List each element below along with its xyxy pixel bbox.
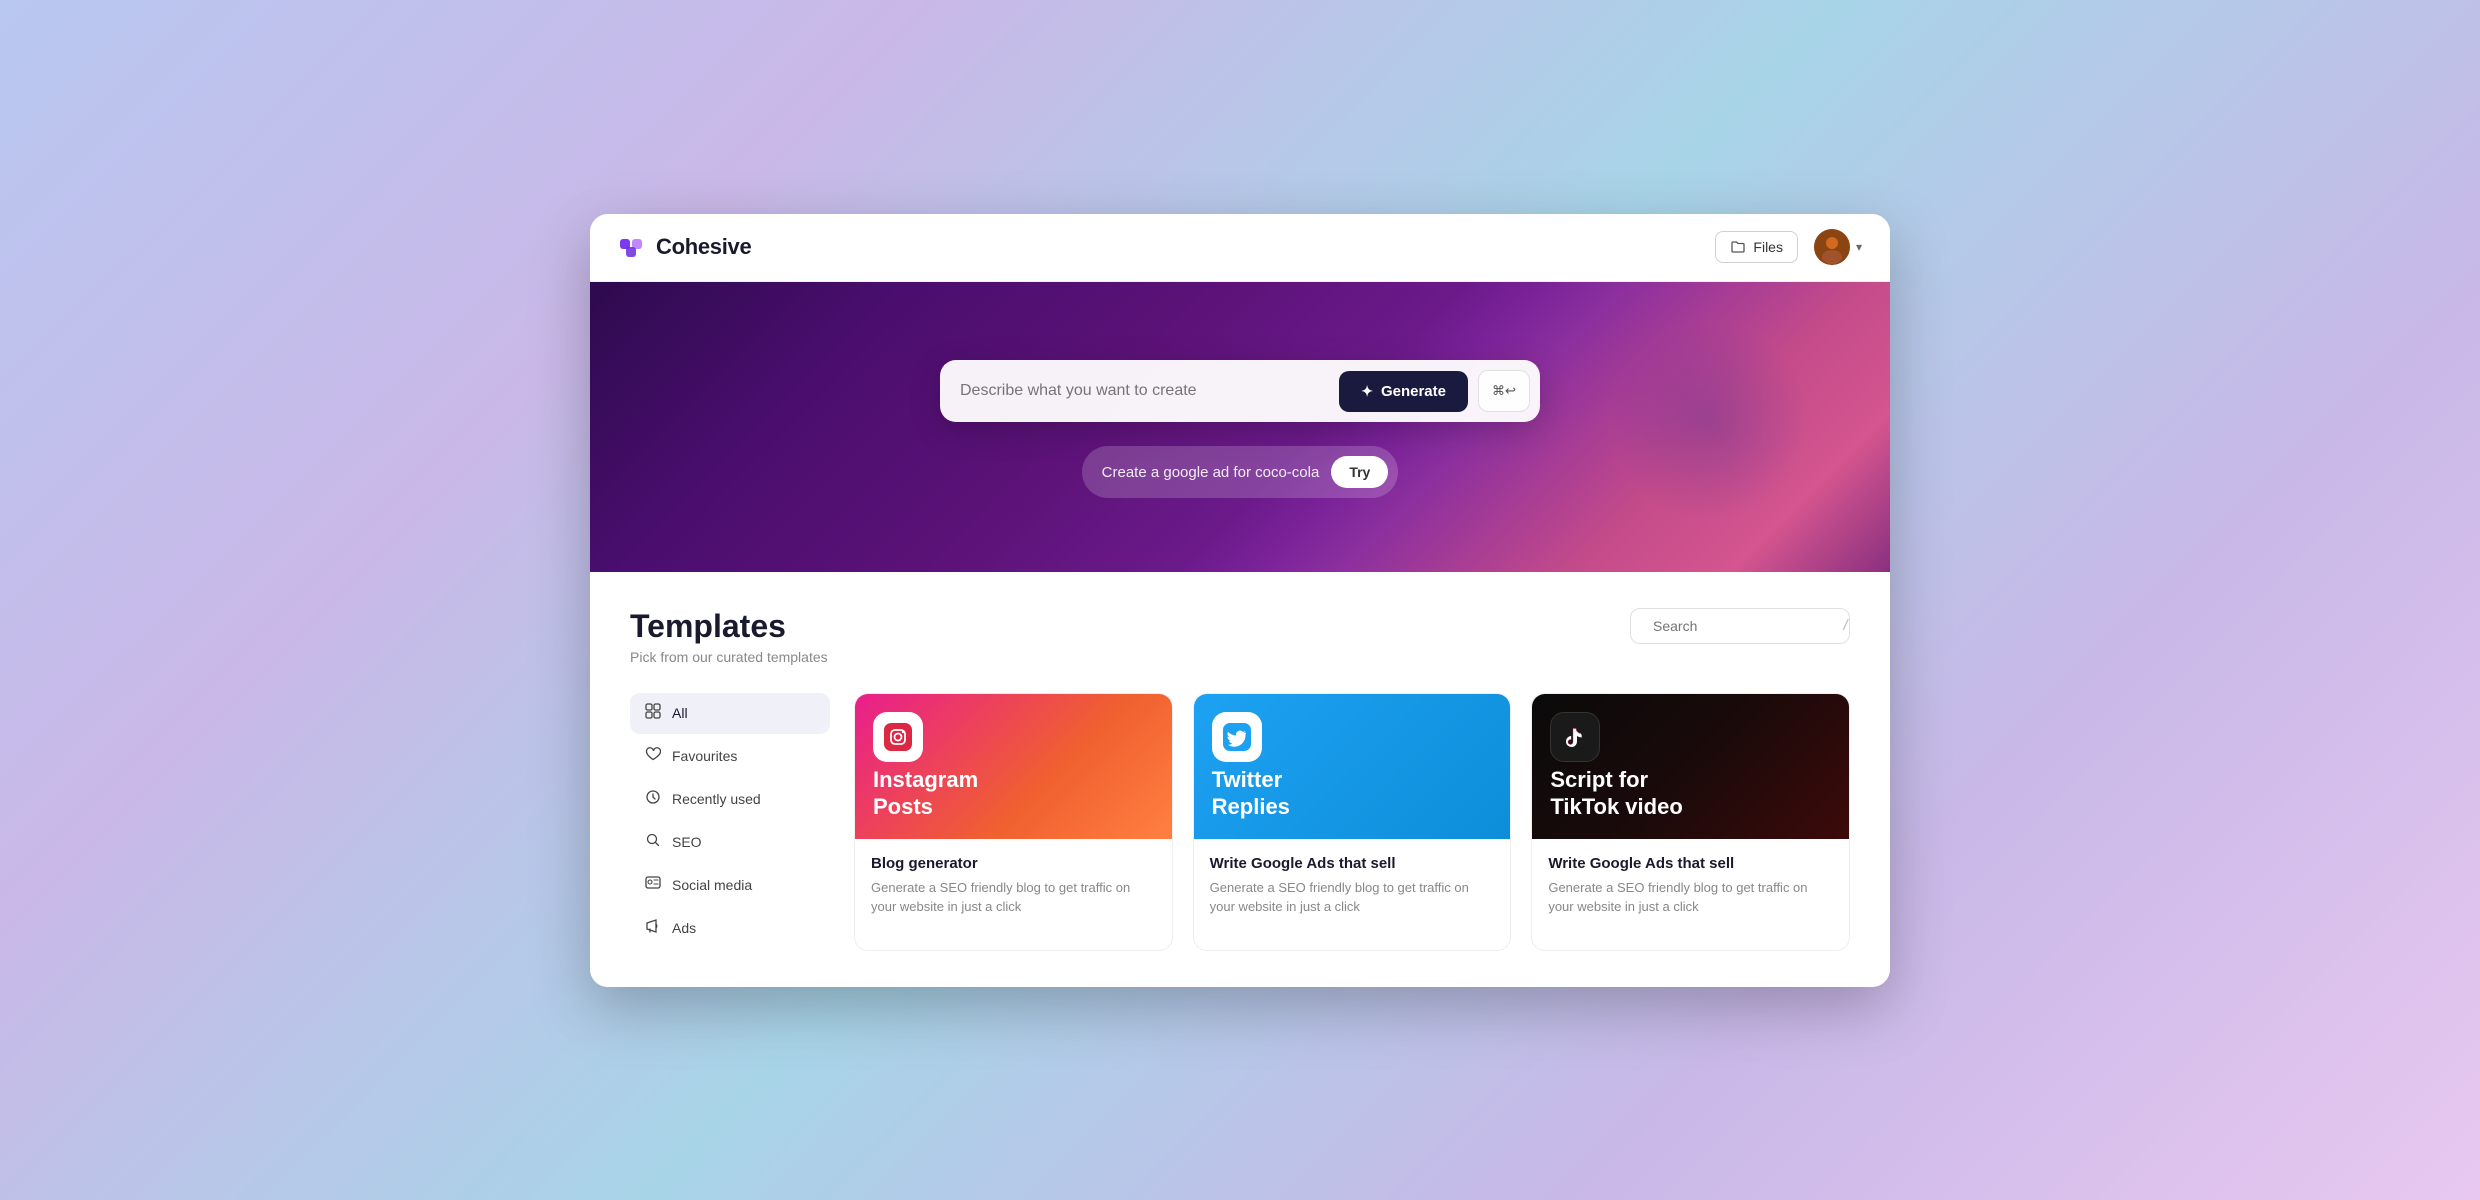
sparkle-icon: ✦ bbox=[1361, 383, 1373, 400]
template-card-instagram[interactable]: InstagramPosts Blog generator Generate a… bbox=[854, 693, 1173, 951]
template-card-tiktok[interactable]: Script forTikTok video Write Google Ads … bbox=[1531, 693, 1850, 951]
templates-grid: InstagramPosts Blog generator Generate a… bbox=[854, 693, 1850, 951]
sidebar-ads-label: Ads bbox=[672, 920, 696, 936]
folder-icon bbox=[1730, 239, 1746, 255]
try-button[interactable]: Try bbox=[1331, 456, 1388, 488]
instagram-platform-icon bbox=[873, 712, 923, 762]
avatar bbox=[1814, 229, 1850, 265]
templates-subtitle: Pick from our curated templates bbox=[630, 649, 828, 665]
instagram-card-subtitle: Blog generator bbox=[871, 855, 1156, 872]
suggestion-pill: Create a google ad for coco-cola Try bbox=[1082, 446, 1399, 498]
tiktok-banner: Script forTikTok video bbox=[1532, 694, 1849, 839]
template-card-twitter[interactable]: TwitterReplies Write Google Ads that sel… bbox=[1193, 693, 1512, 951]
heart-icon bbox=[644, 746, 662, 767]
twitter-platform-icon bbox=[1212, 712, 1262, 762]
hero-search-input[interactable] bbox=[960, 382, 1329, 400]
tiktok-platform-icon bbox=[1550, 712, 1600, 762]
templates-title-area: Templates Pick from our curated template… bbox=[630, 608, 828, 665]
chevron-down-icon: ▾ bbox=[1856, 240, 1862, 254]
instagram-icon-wrap bbox=[873, 712, 923, 772]
generate-button[interactable]: ✦ Generate bbox=[1339, 371, 1468, 412]
twitter-banner: TwitterReplies bbox=[1194, 694, 1511, 839]
sidebar-all-label: All bbox=[672, 705, 688, 721]
logo-area: Cohesive bbox=[618, 233, 751, 261]
files-button[interactable]: Files bbox=[1715, 231, 1798, 263]
sidebar-item-social-media[interactable]: Social media bbox=[630, 865, 830, 906]
all-icon bbox=[644, 703, 662, 724]
sidebar-social-media-label: Social media bbox=[672, 877, 752, 893]
tiktok-card-subtitle: Write Google Ads that sell bbox=[1548, 855, 1833, 872]
twitter-icon-wrap bbox=[1212, 712, 1262, 772]
hero-search-container: ✦ Generate ⌘↩ bbox=[940, 360, 1540, 422]
twitter-card-body: Write Google Ads that sell Generate a SE… bbox=[1194, 839, 1511, 933]
sidebar-item-recently-used[interactable]: Recently used bbox=[630, 779, 830, 820]
instagram-banner: InstagramPosts bbox=[855, 694, 1172, 839]
instagram-card-body: Blog generator Generate a SEO friendly b… bbox=[855, 839, 1172, 933]
sidebar-favourites-label: Favourites bbox=[672, 748, 737, 764]
twitter-card-title: TwitterReplies bbox=[1212, 766, 1290, 821]
content-layout: All Favourites bbox=[630, 693, 1850, 951]
cohesive-logo-icon bbox=[618, 233, 646, 261]
main-content: Templates Pick from our curated template… bbox=[590, 572, 1890, 987]
templates-search-box: / bbox=[1630, 608, 1850, 644]
sidebar-item-seo[interactable]: SEO bbox=[630, 822, 830, 863]
tiktok-card-title: Script forTikTok video bbox=[1550, 766, 1682, 821]
search-slash: / bbox=[1842, 618, 1850, 633]
tiktok-card-desc: Generate a SEO friendly blog to get traf… bbox=[1548, 878, 1833, 917]
app-window: Cohesive Files ▾ bbox=[590, 214, 1890, 987]
keyboard-shortcut: ⌘↩ bbox=[1478, 370, 1530, 412]
seo-icon bbox=[644, 832, 662, 853]
user-avatar-image bbox=[1814, 229, 1850, 265]
sidebar: All Favourites bbox=[630, 693, 830, 951]
hero-banner: ✦ Generate ⌘↩ Create a google ad for coc… bbox=[590, 282, 1890, 572]
sidebar-seo-label: SEO bbox=[672, 834, 702, 850]
twitter-card-desc: Generate a SEO friendly blog to get traf… bbox=[1210, 878, 1495, 917]
app-name: Cohesive bbox=[656, 234, 751, 260]
tiktok-icon-wrap bbox=[1550, 712, 1600, 772]
templates-search-input[interactable] bbox=[1653, 618, 1834, 634]
user-menu[interactable]: ▾ bbox=[1814, 229, 1862, 265]
sidebar-item-favourites[interactable]: Favourites bbox=[630, 736, 830, 777]
templates-header: Templates Pick from our curated template… bbox=[630, 608, 1850, 665]
sidebar-item-ads[interactable]: Ads bbox=[630, 908, 830, 949]
sidebar-item-all[interactable]: All bbox=[630, 693, 830, 734]
ads-icon bbox=[644, 918, 662, 939]
instagram-card-desc: Generate a SEO friendly blog to get traf… bbox=[871, 878, 1156, 917]
tiktok-card-body: Write Google Ads that sell Generate a SE… bbox=[1532, 839, 1849, 933]
header: Cohesive Files ▾ bbox=[590, 214, 1890, 282]
instagram-card-title: InstagramPosts bbox=[873, 766, 978, 821]
clock-icon bbox=[644, 789, 662, 810]
templates-title: Templates bbox=[630, 608, 828, 645]
header-right: Files ▾ bbox=[1715, 229, 1862, 265]
twitter-card-subtitle: Write Google Ads that sell bbox=[1210, 855, 1495, 872]
sidebar-recently-used-label: Recently used bbox=[672, 791, 761, 807]
suggestion-text: Create a google ad for coco-cola bbox=[1102, 464, 1320, 481]
social-media-icon bbox=[644, 875, 662, 896]
